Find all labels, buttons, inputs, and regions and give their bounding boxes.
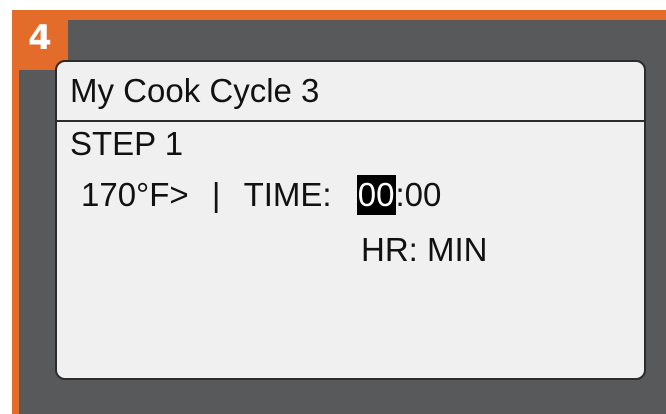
- time-label: TIME:: [243, 176, 332, 213]
- time-hours-field[interactable]: 00: [356, 175, 396, 215]
- lcd-screen: My Cook Cycle 3 STEP 1 170°F> | TIME: 00…: [55, 60, 646, 380]
- time-units-label: HR: MIN: [361, 231, 488, 268]
- temperature-value[interactable]: 170°F>: [81, 175, 189, 215]
- step-label: STEP 1: [70, 125, 184, 162]
- cook-cycle-title: My Cook Cycle 3: [57, 62, 644, 122]
- time-colon: :: [395, 176, 405, 213]
- field-separator: |: [211, 176, 221, 213]
- step-settings-row: 170°F> | TIME: 00:00: [81, 175, 441, 215]
- time-minutes-field[interactable]: 00: [405, 175, 442, 215]
